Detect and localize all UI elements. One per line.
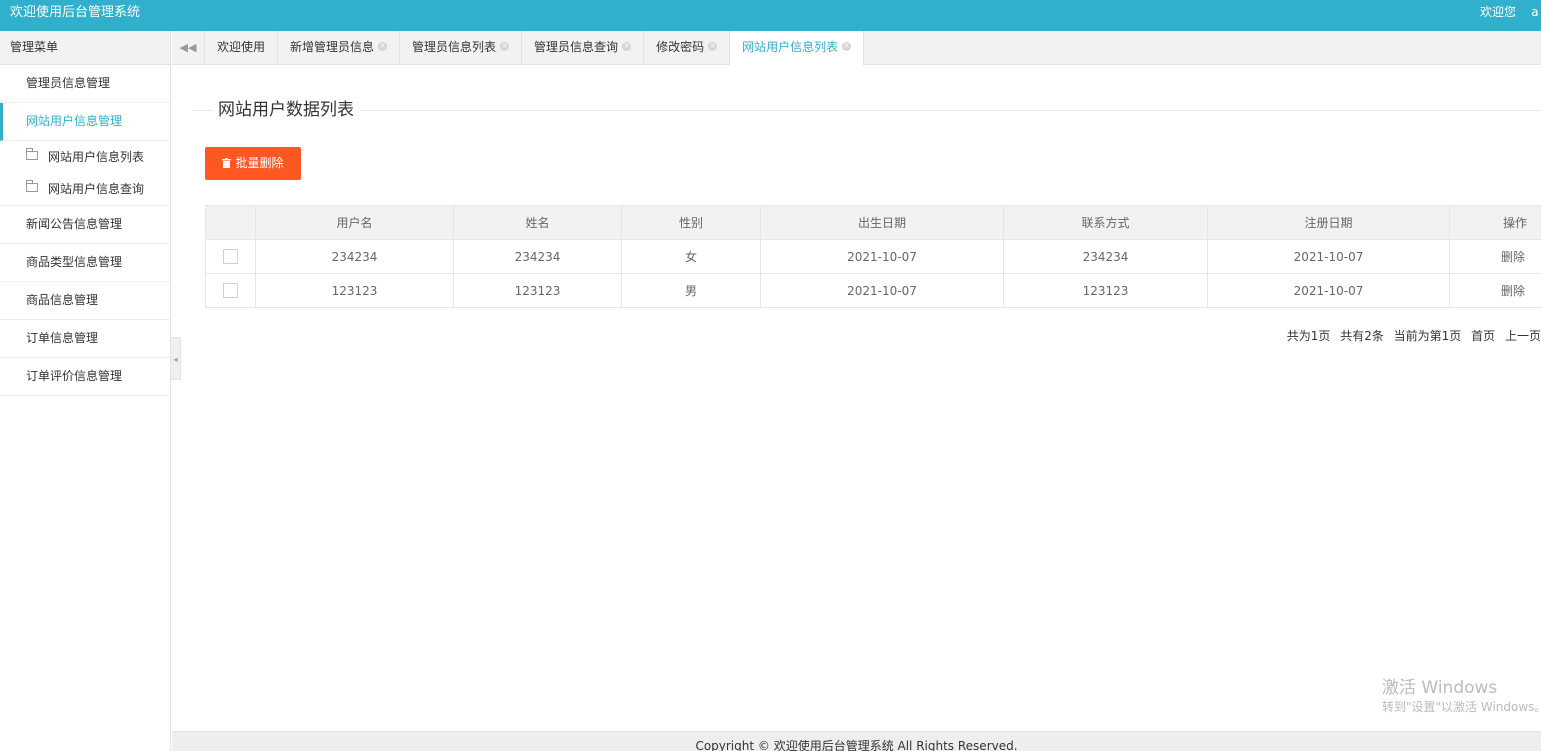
tab-label: 管理员信息列表 xyxy=(412,40,497,54)
activation-watermark: 激活 Windows 转到"设置"以激活 Windows。 xyxy=(1382,677,1541,715)
table-header-row: 用户名 姓名 性别 出生日期 联系方式 注册日期 操作 xyxy=(205,205,1541,240)
row-checkbox[interactable] xyxy=(223,283,238,298)
table-cell: 男 xyxy=(621,273,761,308)
batch-delete-button[interactable]: 批量删除 xyxy=(205,147,301,180)
table-cell: 女 xyxy=(621,239,761,274)
table-cell: 2021-10-07 xyxy=(1207,239,1450,274)
pagination-total-pages: 共为1页 xyxy=(1286,329,1331,343)
tab-admin-list[interactable]: 管理员信息列表 ✕ xyxy=(400,31,523,64)
tab-label: 修改密码 xyxy=(656,40,705,54)
sidebar: 管理菜单 管理员信息管理 网站用户信息管理 网站用户信息列表 网站用户信息查询 … xyxy=(0,31,171,751)
table-cell: 2021-10-07 xyxy=(760,239,1004,274)
user-name[interactable]: a xyxy=(1531,5,1538,19)
sidebar-item-news[interactable]: 新闻公告信息管理 xyxy=(0,206,170,244)
row-select-cell xyxy=(205,239,256,274)
section-divider xyxy=(192,110,1541,111)
tab-user-list[interactable]: 网站用户信息列表 ✕ xyxy=(730,31,865,65)
trash-icon xyxy=(222,157,232,168)
sidebar-subitem-user-list[interactable]: 网站用户信息列表 xyxy=(0,141,170,173)
column-header: 性别 xyxy=(621,205,761,240)
watermark-title: 激活 Windows xyxy=(1382,678,1498,698)
close-icon[interactable]: ✕ xyxy=(500,42,510,51)
tab-change-password[interactable]: 修改密码 ✕ xyxy=(644,31,731,64)
batch-delete-label: 批量删除 xyxy=(235,156,284,170)
table-cell: 234234 xyxy=(1003,239,1208,274)
footer: Copyright © 欢迎使用后台管理系统 All Rights Reserv… xyxy=(172,731,1541,751)
table-cell: 2021-10-07 xyxy=(760,273,1004,308)
column-header: 注册日期 xyxy=(1207,205,1450,240)
sidebar-subitem-label: 网站用户信息列表 xyxy=(48,150,145,164)
app-title: 欢迎使用后台管理系统 xyxy=(10,5,141,20)
tab-admin-query[interactable]: 管理员信息查询 ✕ xyxy=(522,31,645,64)
tab-label: 管理员信息查询 xyxy=(534,40,619,54)
watermark-subtitle: 转到"设置"以激活 Windows。 xyxy=(1382,700,1541,714)
pagination-total-records: 共有2条 xyxy=(1340,329,1384,343)
tab-welcome[interactable]: 欢迎使用 xyxy=(205,31,279,64)
tab-label: 网站用户信息列表 xyxy=(742,40,839,54)
welcome-label: 欢迎您 xyxy=(1480,5,1517,19)
pagination-prev-link[interactable]: 上一页 xyxy=(1505,329,1541,343)
pagination-first-link[interactable]: 首页 xyxy=(1471,329,1495,343)
table-cell: 123123 xyxy=(255,273,454,308)
pagination: 共为1页 共有2条 当前为第1页 首页 上一页 xyxy=(1281,327,1541,344)
page-title: 网站用户数据列表 xyxy=(212,99,360,121)
close-icon[interactable]: ✕ xyxy=(378,42,388,51)
row-checkbox[interactable] xyxy=(223,249,238,264)
close-icon[interactable]: ✕ xyxy=(708,42,718,51)
sidebar-item-product-type[interactable]: 商品类型信息管理 xyxy=(0,244,170,282)
tab-label: 新增管理员信息 xyxy=(290,40,375,54)
sidebar-subitem-user-query[interactable]: 网站用户信息查询 xyxy=(0,173,170,206)
table-cell: 123123 xyxy=(453,273,622,308)
pagination-current: 当前为第1页 xyxy=(1393,329,1462,343)
sidebar-item-order[interactable]: 订单信息管理 xyxy=(0,320,170,358)
section-header: 网站用户数据列表 xyxy=(172,99,1541,121)
column-header: 出生日期 xyxy=(760,205,1004,240)
tab-bar: ◀◀ 欢迎使用 新增管理员信息 ✕ 管理员信息列表 ✕ 管理员信息查询 ✕ 修改密码 ✕… xyxy=(172,31,1541,65)
sidebar-item-admin[interactable]: 管理员信息管理 xyxy=(0,65,170,103)
sidebar-title: 管理菜单 xyxy=(0,31,170,65)
close-icon[interactable]: ✕ xyxy=(842,42,852,51)
delete-link[interactable]: 删除 xyxy=(1449,239,1541,274)
folder-icon xyxy=(26,148,38,160)
folder-icon xyxy=(26,180,38,192)
delete-link[interactable]: 删除 xyxy=(1449,273,1541,308)
column-header: 姓名 xyxy=(453,205,622,240)
close-icon[interactable]: ✕ xyxy=(622,42,632,51)
tab-label: 欢迎使用 xyxy=(217,40,266,54)
table-row: 234234 234234 女 2021-10-07 234234 2021-1… xyxy=(205,239,1541,274)
sidebar-item-product[interactable]: 商品信息管理 xyxy=(0,282,170,320)
table-cell: 234234 xyxy=(255,239,454,274)
tab-add-admin[interactable]: 新增管理员信息 ✕ xyxy=(278,31,401,64)
table-cell: 123123 xyxy=(1003,273,1208,308)
double-left-arrow-icon[interactable]: ◀◀ xyxy=(172,31,205,64)
row-select-cell xyxy=(205,273,256,308)
top-header: 欢迎使用后台管理系统 欢迎您 a xyxy=(0,0,1541,31)
column-header: 联系方式 xyxy=(1003,205,1208,240)
main-content: 网站用户数据列表 批量删除 用户名 姓名 性别 出生日期 联系方式 注册日期 操… xyxy=(172,65,1541,731)
column-header: 操作 xyxy=(1449,205,1541,240)
sidebar-item-site-users[interactable]: 网站用户信息管理 xyxy=(0,103,170,141)
select-column-header xyxy=(205,205,256,240)
sidebar-subitem-label: 网站用户信息查询 xyxy=(48,182,145,196)
user-table: 用户名 姓名 性别 出生日期 联系方式 注册日期 操作 234234 23423… xyxy=(205,205,1541,308)
table-row: 123123 123123 男 2021-10-07 123123 2021-1… xyxy=(205,273,1541,308)
column-header: 用户名 xyxy=(255,205,454,240)
welcome-user[interactable]: 欢迎您 a xyxy=(1480,0,1539,25)
sidebar-item-order-review[interactable]: 订单评价信息管理 xyxy=(0,358,170,396)
table-cell: 234234 xyxy=(453,239,622,274)
table-cell: 2021-10-07 xyxy=(1207,273,1450,308)
